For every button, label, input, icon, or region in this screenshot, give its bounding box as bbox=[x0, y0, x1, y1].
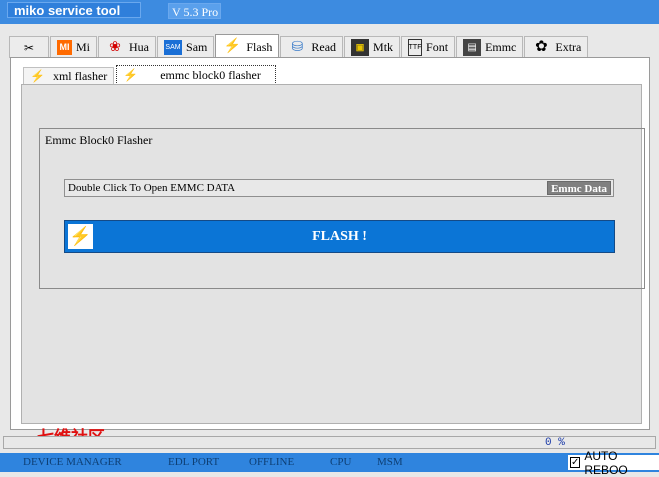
main-tab-strip: ✂ MI Mi ❀ Hua SAM Sam ⚡ Flash ⛁ Read ▣ M… bbox=[9, 34, 589, 59]
lightning-icon: ⚡ bbox=[223, 39, 242, 54]
font-file-icon: TTF bbox=[408, 39, 423, 56]
flash-button-label: FLASH ! bbox=[312, 228, 367, 244]
dte-icon: ✿ bbox=[535, 39, 548, 55]
database-icon: ⛁ bbox=[291, 39, 304, 55]
tab-xml-flasher[interactable]: ⚡ xml flasher bbox=[23, 67, 115, 85]
auto-reboot-label: AUTO REBOO bbox=[584, 448, 628, 477]
connection-status: OFFLINE bbox=[249, 456, 295, 468]
progress-percent: 0 % bbox=[545, 437, 565, 449]
tab-emmc[interactable]: ▤ Emmc bbox=[456, 36, 524, 58]
tab-emmc-block0-flasher-label: emmc block0 flasher bbox=[160, 67, 261, 82]
emmc-data-field-text: Double Click To Open EMMC DATA bbox=[68, 182, 236, 194]
sub-tab-strip: ⚡ xml flasher ⚡ emmc block0 flasher bbox=[23, 65, 278, 85]
tools-icon: ✂ bbox=[23, 40, 35, 55]
tab-extra-label: Extra bbox=[555, 40, 582, 54]
version-label: V 5.3 Pro bbox=[168, 3, 221, 19]
huawei-icon: ❀ bbox=[109, 39, 121, 55]
emmc-chip-icon: ▤ bbox=[463, 39, 482, 56]
title-bar: miko service tool V 5.3 Pro bbox=[0, 0, 659, 24]
mi-icon: MI bbox=[57, 40, 72, 55]
cpu-status: CPU bbox=[330, 456, 352, 468]
tab-tools[interactable]: ✂ bbox=[9, 36, 49, 58]
tab-read[interactable]: ⛁ Read bbox=[280, 36, 344, 58]
tab-hua[interactable]: ❀ Hua bbox=[98, 36, 157, 58]
group-title: Emmc Block0 Flasher bbox=[44, 133, 154, 148]
tab-xml-flasher-label: xml flasher bbox=[52, 69, 108, 83]
tab-sam[interactable]: SAM Sam bbox=[157, 36, 215, 58]
samsung-icon: SAM bbox=[164, 40, 183, 55]
emmc-data-path-field[interactable]: Double Click To Open EMMC DATA Emmc Data bbox=[64, 179, 614, 197]
tab-read-label: Read bbox=[311, 40, 337, 54]
tab-font[interactable]: TTF Font bbox=[401, 36, 456, 58]
tab-emmc-label: Emmc bbox=[485, 40, 517, 54]
tab-flash-label: Flash bbox=[246, 39, 273, 54]
flash-button[interactable]: ⚡ FLASH ! bbox=[64, 220, 615, 253]
checkbox-checked-icon: ✓ bbox=[570, 456, 581, 468]
device-manager-status[interactable]: DEVICE MANAGER bbox=[23, 456, 122, 468]
emmc-data-button[interactable]: Emmc Data bbox=[547, 181, 611, 195]
tab-mtk-label: Mtk bbox=[373, 40, 394, 54]
tab-mi[interactable]: MI Mi bbox=[50, 36, 98, 58]
tab-font-label: Font bbox=[426, 40, 449, 54]
tab-mi-label: Mi bbox=[76, 40, 91, 54]
tab-flash[interactable]: ⚡ Flash bbox=[215, 34, 280, 59]
progress-bar: 0 % bbox=[3, 436, 656, 449]
flash-tab-panel: ⚡ xml flasher ⚡ emmc block0 flasher Emmc… bbox=[10, 57, 650, 430]
tab-emmc-block0-flasher[interactable]: ⚡ emmc block0 flasher bbox=[116, 65, 276, 85]
auto-reboot-checkbox[interactable]: ✓ AUTO REBOO bbox=[568, 449, 659, 477]
chip-icon: ▣ bbox=[351, 39, 370, 56]
tab-extra[interactable]: ✿ Extra bbox=[524, 36, 589, 58]
status-bar: DEVICE MANAGER EDL PORT OFFLINE CPU MSM … bbox=[0, 449, 659, 477]
emmc-block0-panel: Emmc Block0 Flasher Double Click To Open… bbox=[21, 84, 645, 424]
lightning-icon: ⚡ bbox=[68, 224, 93, 249]
app-title: miko service tool bbox=[7, 2, 141, 18]
edl-port-status: EDL PORT bbox=[168, 456, 220, 468]
tab-sam-label: Sam bbox=[186, 40, 208, 54]
tab-mtk[interactable]: ▣ Mtk bbox=[344, 36, 401, 58]
emmc-block0-groupbox: Emmc Block0 Flasher Double Click To Open… bbox=[39, 128, 645, 289]
tab-hua-label: Hua bbox=[129, 40, 150, 54]
lightning-icon: ⚡ bbox=[30, 69, 45, 83]
msm-status: MSM bbox=[377, 456, 403, 468]
lightning-icon: ⚡ bbox=[123, 67, 139, 82]
